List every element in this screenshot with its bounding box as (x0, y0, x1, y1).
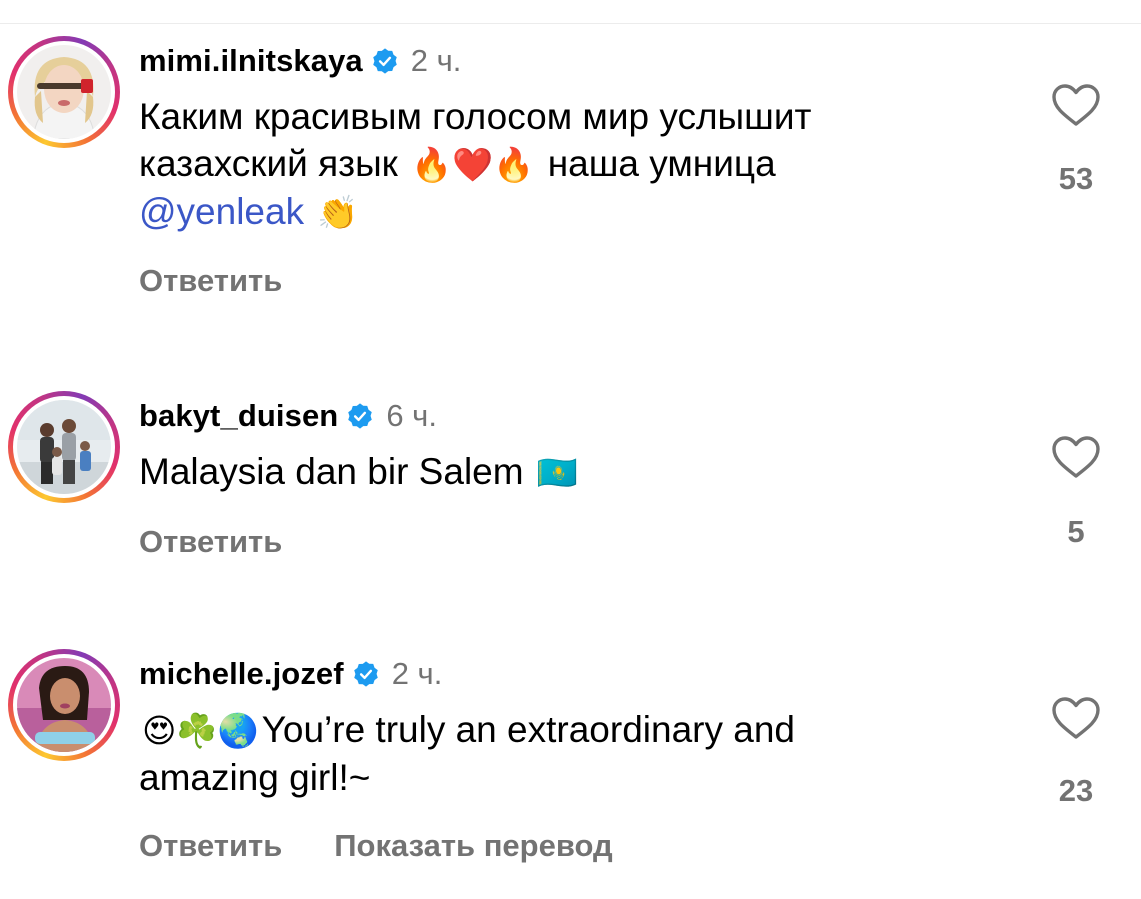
kazakhstan-flag-emoji: 🇰🇿 (536, 454, 578, 491)
comment-text: Каким красивым голосом мир услышит казах… (139, 93, 979, 236)
timestamp: 2 ч. (391, 656, 443, 691)
comment-text-segment: наша умница (547, 143, 776, 184)
username[interactable]: michelle.jozef (139, 656, 344, 692)
avatar-story-gap (13, 654, 115, 756)
like-count: 23 (1058, 773, 1094, 808)
avatar-image (17, 658, 111, 752)
verified-badge-icon (371, 47, 399, 75)
fire-heart-fire-emoji: 🔥❤️🔥 (411, 146, 535, 183)
show-translation-button[interactable]: Показать перевод (334, 828, 612, 864)
mention-link[interactable]: @yenleak (139, 191, 304, 232)
avatar[interactable] (8, 36, 120, 148)
top-divider (0, 23, 1141, 24)
like-count: 53 (1058, 161, 1094, 196)
comment-text-line: казахский язык 🔥❤️🔥 наша умница (139, 140, 979, 188)
username[interactable]: bakyt_duisen (139, 398, 338, 434)
avatar-story-gap (13, 41, 115, 143)
avatar[interactable] (8, 649, 120, 761)
comment-text-line: Каким красивым голосом мир услышит (139, 96, 812, 137)
timestamp: 2 ч. (410, 43, 462, 78)
comment-header: mimi.ilnitskaya 2 ч. (139, 41, 461, 81)
comment-actions: Ответить (139, 524, 282, 560)
comment-actions: Ответить (139, 263, 282, 299)
verified-badge-icon (352, 660, 380, 688)
avatar[interactable] (8, 391, 120, 503)
username[interactable]: mimi.ilnitskaya (139, 43, 363, 79)
heart-icon[interactable] (1051, 83, 1101, 127)
timestamp: 6 ч. (386, 398, 437, 433)
heart-eyes-shamrock-globe-emoji: 😍☘️🌏 (142, 712, 259, 749)
comment-text-line: @yenleak 👏 (139, 188, 979, 236)
clapping-hands-emoji: 👏 (317, 194, 359, 231)
heart-icon[interactable] (1051, 435, 1101, 479)
avatar-image (17, 400, 111, 494)
reply-button[interactable]: Ответить (139, 263, 282, 299)
verified-badge-icon (346, 402, 374, 430)
comment-text: 😍☘️🌏You’re truly an extraordinary and am… (139, 706, 979, 801)
comment-header: michelle.jozef 2 ч. (139, 654, 442, 694)
comment-text-segment: Malaysia dan bir Salem (139, 451, 524, 492)
comment-text-line: 😍☘️🌏You’re truly an extraordinary and (139, 706, 979, 754)
comment-text-segment: казахский язык (139, 143, 398, 184)
like-count: 5 (1067, 514, 1085, 549)
reply-button[interactable]: Ответить (139, 524, 282, 560)
avatar-image (17, 45, 111, 139)
comment-text: Malaysia dan bir Salem 🇰🇿 (139, 448, 979, 496)
comment-text-segment: You’re truly an extraordinary and (261, 709, 795, 750)
comment-header: bakyt_duisen 6 ч. (139, 396, 437, 436)
heart-icon[interactable] (1051, 696, 1101, 740)
reply-button[interactable]: Ответить (139, 828, 282, 864)
avatar-story-gap (13, 396, 115, 498)
comment-text-line: amazing girl!~ (139, 757, 371, 798)
comment-actions: Ответить Показать перевод (139, 828, 613, 864)
